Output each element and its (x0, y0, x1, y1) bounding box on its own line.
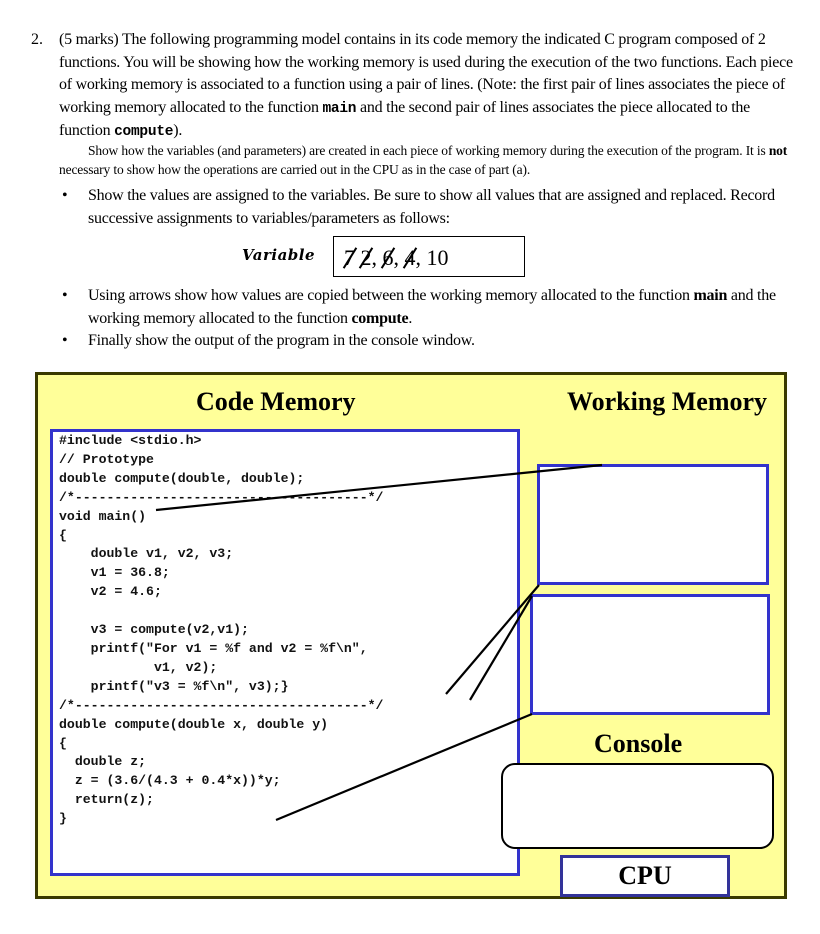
bullet-icon: • (62, 287, 68, 304)
keyword-main: main (322, 100, 357, 117)
bullet-item-arrows: • Using arrows show how values are copie… (59, 285, 804, 330)
question-number: 2. (31, 31, 43, 48)
bullet-item-values: • Show the values are assigned to the va… (59, 185, 804, 230)
example-variable-box: 7 2, 6, 4, 10 (333, 236, 525, 277)
code-memory-title: Code Memory (196, 387, 356, 416)
bullet-text: Show the values are assigned to the vari… (88, 187, 775, 227)
working-memory-main-box[interactable] (537, 464, 769, 585)
note-text: Show how the variables (and parameters) … (88, 143, 769, 158)
bullet-icon: • (62, 332, 68, 349)
console-window[interactable] (501, 763, 774, 849)
bullet-icon: • (62, 187, 68, 204)
bullet-list-2: • Using arrows show how values are copie… (59, 285, 804, 353)
question-marks: (5 marks) (59, 31, 119, 48)
question-intro: (5 marks) The following programming mode… (59, 29, 804, 144)
keyword-compute: compute (114, 124, 174, 140)
value-separator: , (415, 245, 427, 270)
struck-value: 2 (361, 237, 372, 278)
bullet-text: Using arrows show how values are copied … (88, 287, 694, 304)
bullet-text: Finally show the output of the program i… (88, 332, 475, 349)
keyword-main: main (693, 287, 728, 304)
intro-text-3: ). (173, 122, 183, 139)
console-title: Console (594, 729, 683, 758)
question-note: Show how the variables (and parameters) … (59, 141, 799, 179)
bullet-item-console: • Finally show the output of the program… (59, 330, 804, 353)
struck-value: 6 (383, 237, 394, 278)
example-variable-label: Variable (242, 246, 316, 264)
working-memory-title: Working Memory (567, 387, 768, 416)
bullet-text-3: . (408, 309, 413, 327)
working-memory-compute-box[interactable] (530, 594, 770, 715)
bullet-list-1: • Show the values are assigned to the va… (59, 185, 804, 230)
struck-value: 4 (405, 237, 416, 278)
cpu-label: CPU (618, 861, 672, 890)
final-value: 10 (426, 245, 449, 270)
cpu-box: CPU (560, 855, 730, 897)
struck-value: 7 (344, 237, 355, 278)
c-program-code: #include <stdio.h> // Prototype double c… (59, 433, 384, 827)
note-emphasis: not (768, 143, 788, 158)
note-text-2: necessary to show how the operations are… (59, 162, 531, 177)
keyword-compute: compute (351, 309, 409, 327)
